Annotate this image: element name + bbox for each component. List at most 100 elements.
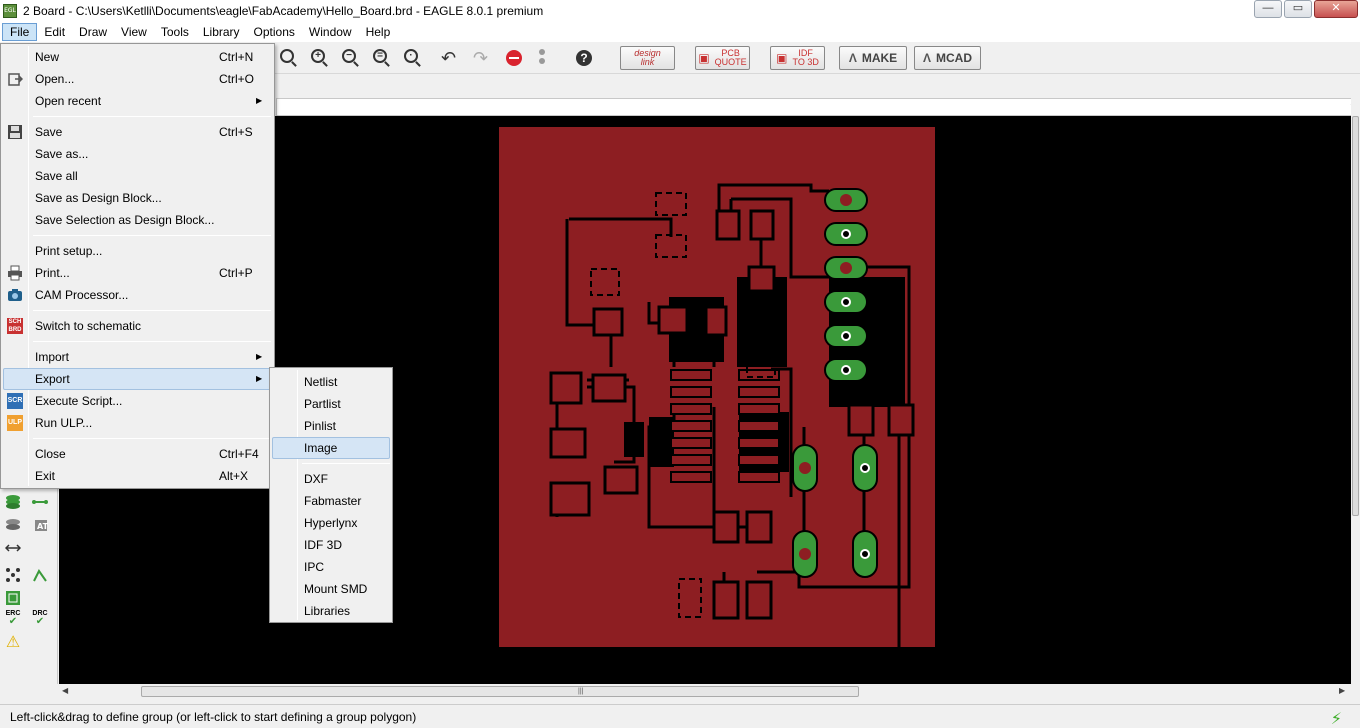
export-mount-smd[interactable]: Mount SMD xyxy=(272,578,390,600)
menu-item-save-selection-design-block[interactable]: Save Selection as Design Block... xyxy=(3,209,272,231)
menu-item-label: Hyperlynx xyxy=(304,516,358,530)
menu-item-new[interactable]: New Ctrl+N xyxy=(3,46,272,68)
zoom-select-icon[interactable]: = xyxy=(373,49,391,67)
menu-file[interactable]: File xyxy=(2,23,38,41)
go-icon[interactable] xyxy=(537,49,555,67)
idf-line2: TO 3D xyxy=(792,57,819,67)
erc-icon[interactable]: ERC ✔ xyxy=(4,610,22,628)
menu-item-run-ulp[interactable]: ULP Run ULP... xyxy=(3,412,272,434)
menu-item-save-as[interactable]: Save as... xyxy=(3,143,272,165)
pcb-board xyxy=(499,127,935,707)
menu-draw[interactable]: Draw xyxy=(72,23,114,41)
make-label: MAKE xyxy=(861,51,898,65)
warning-icon[interactable]: ⚠ xyxy=(4,634,22,652)
autorouter-icon[interactable]: AT xyxy=(31,517,49,535)
export-fabmaster[interactable]: Fabmaster xyxy=(272,490,390,512)
close-button[interactable]: ✕ xyxy=(1314,0,1358,18)
menu-edit[interactable]: Edit xyxy=(37,23,72,41)
menu-item-cam-processor[interactable]: CAM Processor... xyxy=(3,284,272,306)
zoom-in-icon[interactable]: + xyxy=(311,49,329,67)
autorouter-label: AT xyxy=(37,522,49,531)
menu-item-label: Execute Script... xyxy=(35,394,123,408)
drc-icon[interactable]: DRC ✔ xyxy=(31,610,49,628)
menu-item-label: DXF xyxy=(304,472,328,486)
menu-item-save-all[interactable]: Save all xyxy=(3,165,272,187)
vertical-scrollbar[interactable] xyxy=(1351,98,1360,684)
menu-item-label: Save as Design Block... xyxy=(35,191,162,205)
autodesk-make-icon: Λ xyxy=(848,51,857,65)
menu-item-exit[interactable]: Exit Alt+X xyxy=(3,465,272,487)
open-icon xyxy=(7,71,24,87)
menu-item-label: Export xyxy=(35,372,70,386)
status-bar: Left-click&drag to define group (or left… xyxy=(0,704,1360,728)
menu-item-label: CAM Processor... xyxy=(35,288,129,302)
export-pinlist[interactable]: Pinlist xyxy=(272,415,390,437)
pcb-quote-icon: ▣ xyxy=(698,51,710,65)
menu-item-import[interactable]: Import ▶ xyxy=(3,346,272,368)
menu-tools[interactable]: Tools xyxy=(154,23,196,41)
menu-item-shortcut: Ctrl+F4 xyxy=(219,447,259,461)
undo-icon[interactable]: ↶ xyxy=(441,49,459,67)
zoom-fit-icon[interactable] xyxy=(280,49,298,67)
menu-item-execute-script[interactable]: SCR Execute Script... xyxy=(3,390,272,412)
mcad-label: MCAD xyxy=(936,51,972,65)
menu-item-save-design-block[interactable]: Save as Design Block... xyxy=(3,187,272,209)
design-link-button[interactable]: design link xyxy=(620,46,675,70)
horizontal-scroll-thumb[interactable]: ||| xyxy=(141,686,859,697)
save-icon xyxy=(7,124,23,140)
export-image[interactable]: Image xyxy=(272,437,390,459)
menu-item-close[interactable]: Close Ctrl+F4 xyxy=(3,443,272,465)
menu-item-shortcut: Ctrl+N xyxy=(219,50,254,64)
maximize-button[interactable]: ▭ xyxy=(1284,0,1312,18)
menu-item-open-recent[interactable]: Open recent ▶ xyxy=(3,90,272,112)
menu-window[interactable]: Window xyxy=(302,23,359,41)
export-dxf[interactable]: DXF xyxy=(272,468,390,490)
export-idf-3d[interactable]: IDF 3D xyxy=(272,534,390,556)
menu-item-export[interactable]: Export ▶ xyxy=(3,368,272,390)
menu-item-print-setup[interactable]: Print setup... xyxy=(3,240,272,262)
export-submenu: Netlist Partlist Pinlist Image DXF Fabma… xyxy=(269,367,393,623)
horizontal-scrollbar[interactable]: ◀ ||| ▶ xyxy=(59,684,1351,698)
zoom-out-icon[interactable]: − xyxy=(342,49,360,67)
measure-icon[interactable] xyxy=(4,540,22,558)
ratsnest-icon[interactable] xyxy=(4,590,22,608)
schematic-icon-bottom: BRD xyxy=(8,327,22,333)
export-partlist[interactable]: Partlist xyxy=(272,393,390,415)
layers-icon[interactable] xyxy=(4,494,22,512)
menu-view[interactable]: View xyxy=(114,23,154,41)
zoom-dropdown-icon[interactable]: · xyxy=(404,49,422,67)
export-hyperlynx[interactable]: Hyperlynx xyxy=(272,512,390,534)
menu-item-label: Pinlist xyxy=(304,419,337,433)
idf-to-3d-button[interactable]: ▣ IDF TO 3D xyxy=(770,46,825,70)
menu-library[interactable]: Library xyxy=(196,23,247,41)
bolt-icon[interactable]: ⚡ xyxy=(1331,709,1342,728)
menu-item-label: Partlist xyxy=(304,397,341,411)
redo-icon[interactable]: ↷ xyxy=(473,49,491,67)
export-libraries[interactable]: Libraries xyxy=(272,600,390,622)
export-ipc[interactable]: IPC xyxy=(272,556,390,578)
menu-item-open[interactable]: Open... Ctrl+O xyxy=(3,68,272,90)
layers-alt-icon[interactable] xyxy=(4,517,22,535)
menu-item-shortcut: Alt+X xyxy=(219,469,249,483)
export-netlist[interactable]: Netlist xyxy=(272,371,390,393)
help-icon[interactable]: ? xyxy=(576,50,592,66)
menu-options[interactable]: Options xyxy=(247,23,302,41)
mcad-button[interactable]: Λ MCAD xyxy=(914,46,981,70)
vertical-scroll-thumb[interactable] xyxy=(1352,116,1359,516)
minimize-button[interactable]: — xyxy=(1254,0,1282,18)
menu-help[interactable]: Help xyxy=(359,23,398,41)
menu-item-switch-schematic[interactable]: SCH BRD Switch to schematic xyxy=(3,315,272,337)
route-manual-icon[interactable] xyxy=(31,567,49,585)
stop-icon[interactable] xyxy=(506,50,522,66)
menu-item-label: New xyxy=(35,50,60,64)
scroll-left-icon[interactable]: ◀ xyxy=(62,686,68,695)
make-button[interactable]: Λ MAKE xyxy=(839,46,907,70)
airwire-icon[interactable] xyxy=(4,567,22,585)
pcb-quote-button[interactable]: ▣ PCB QUOTE xyxy=(695,46,750,70)
menu-item-print[interactable]: Print... Ctrl+P xyxy=(3,262,272,284)
command-line-input[interactable] xyxy=(276,98,1352,116)
menu-item-save[interactable]: Save Ctrl+S xyxy=(3,121,272,143)
route-icon[interactable] xyxy=(31,494,49,512)
scroll-right-icon[interactable]: ▶ xyxy=(1339,686,1345,695)
menu-item-label: Fabmaster xyxy=(304,494,362,508)
